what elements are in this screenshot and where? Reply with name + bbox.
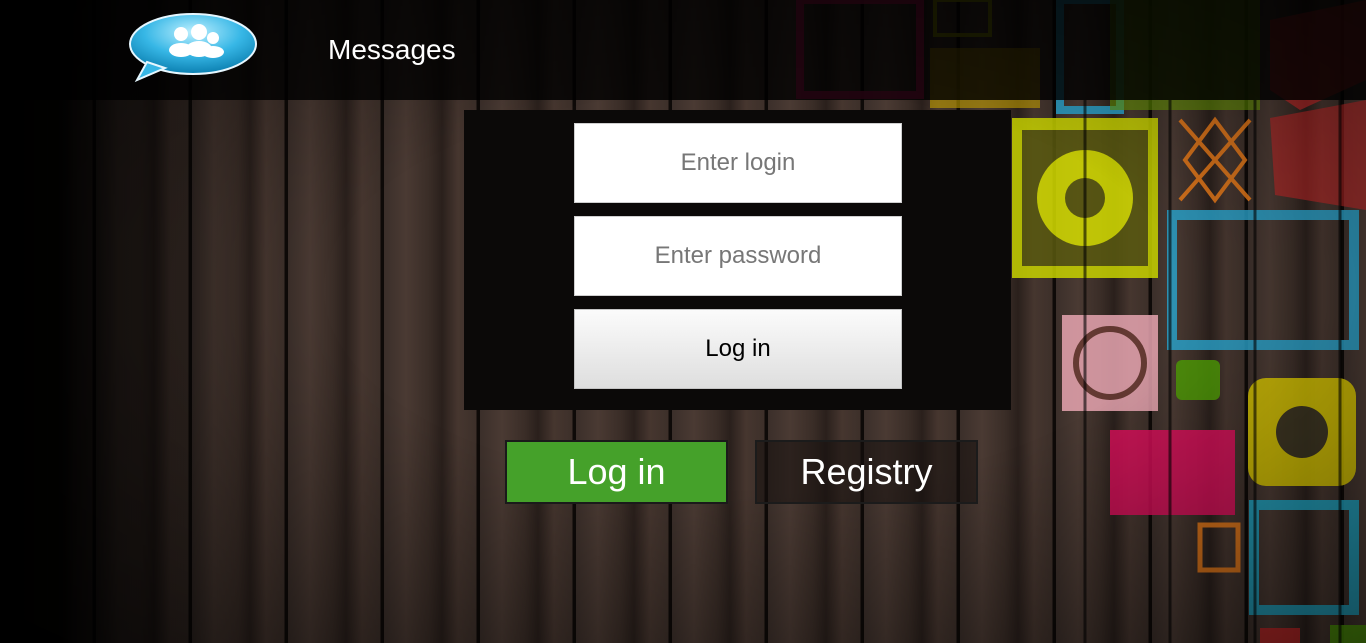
- chat-bubble-users-icon: [125, 12, 259, 84]
- login-form-panel: Log in: [464, 110, 1011, 410]
- tab-registry[interactable]: Registry: [755, 440, 978, 504]
- login-screen: Messages Log in Log in Registry: [0, 0, 1366, 643]
- tab-login[interactable]: Log in: [505, 440, 728, 504]
- header-bar: Messages: [0, 0, 1366, 100]
- login-input[interactable]: [574, 123, 902, 203]
- app-title: Messages: [328, 34, 456, 65]
- password-input[interactable]: [574, 216, 902, 296]
- login-submit-button[interactable]: Log in: [574, 309, 902, 389]
